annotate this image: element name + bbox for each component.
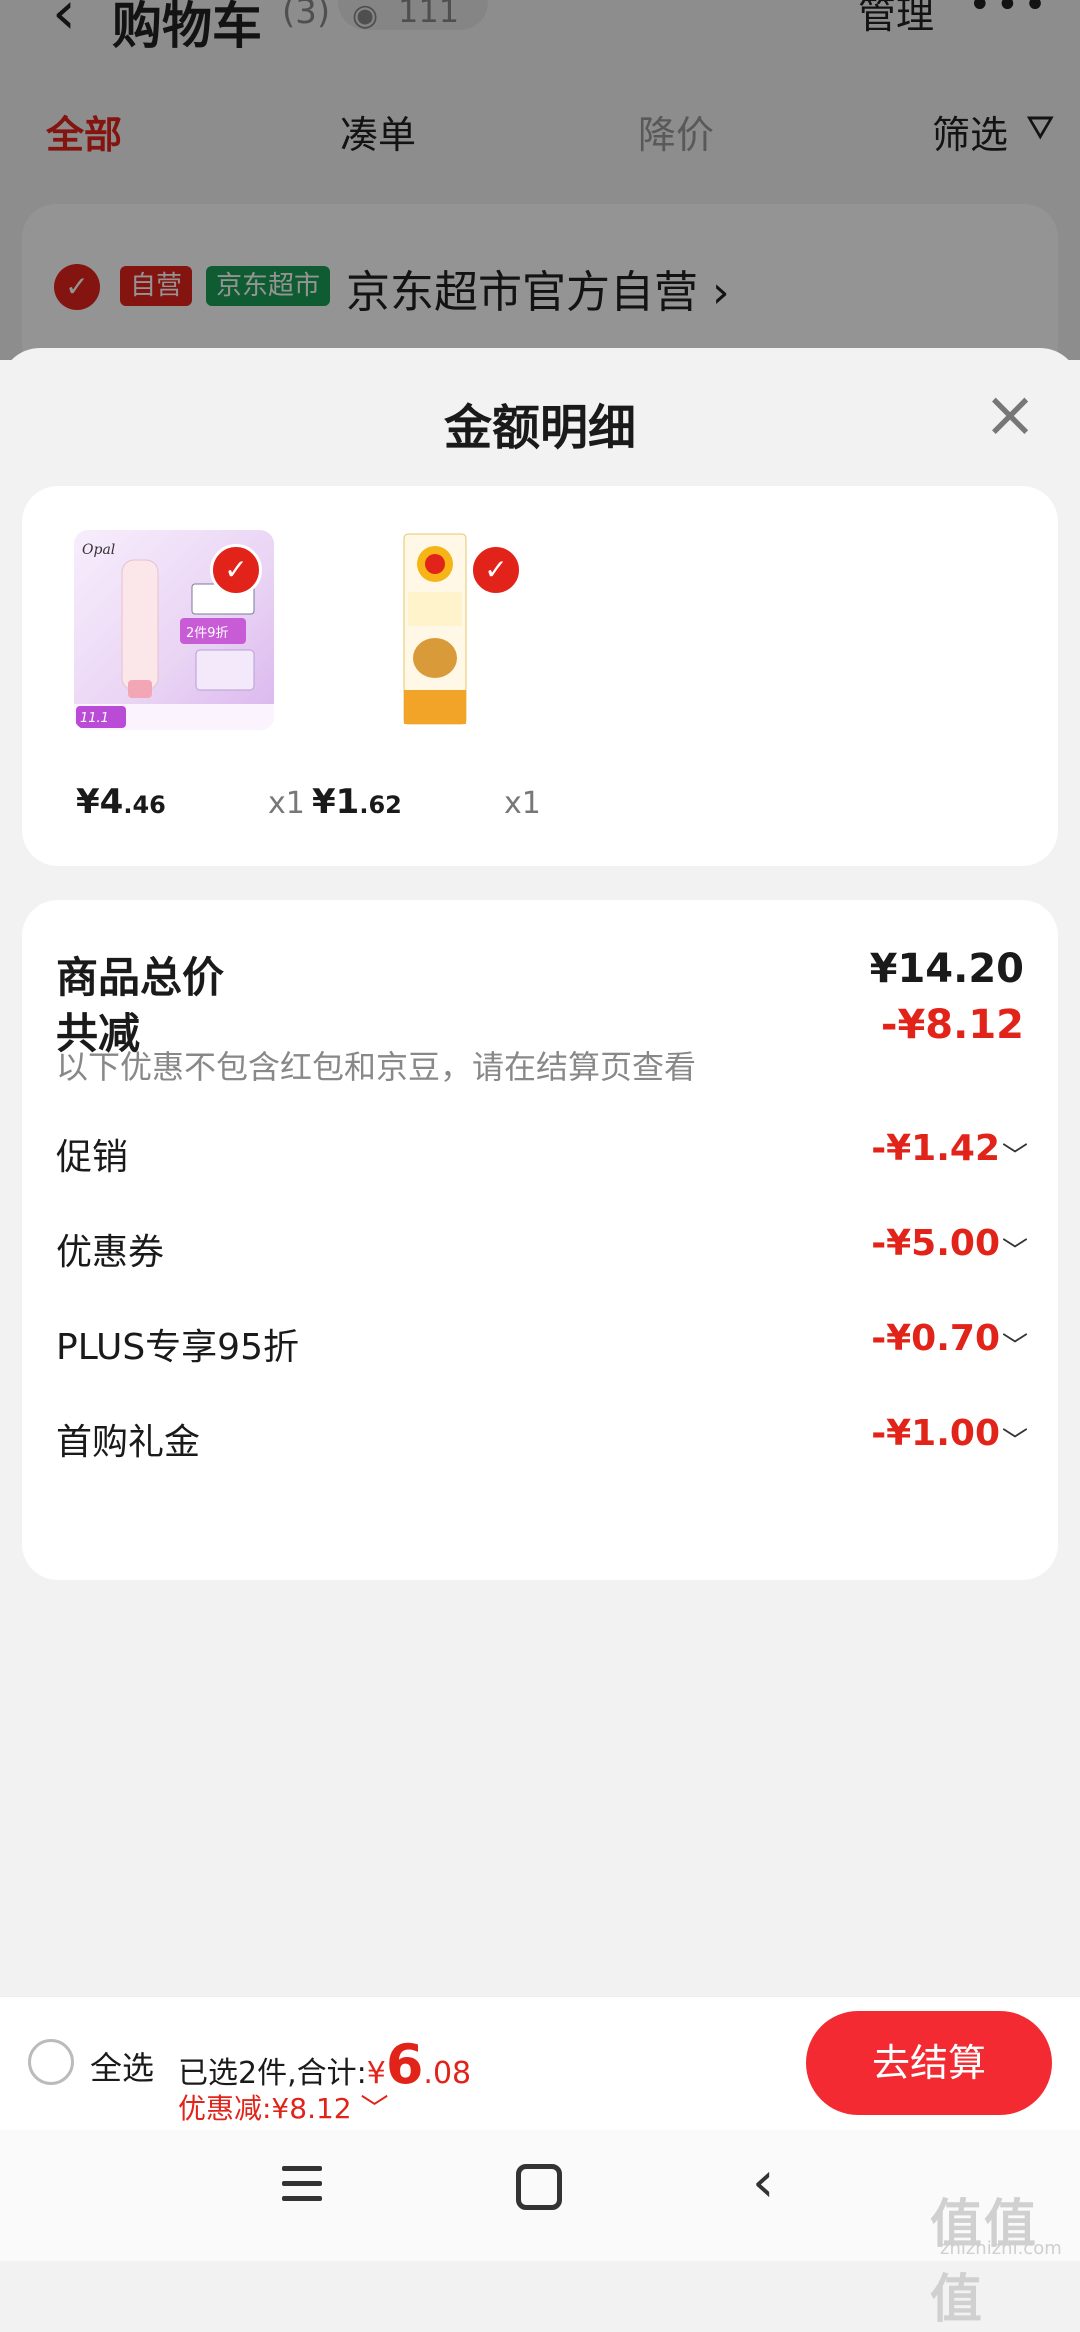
amount-detail-sheet: 金额明细 × Opal 2件9折 11.1 ✓ ¥4.46 x1 ✓ ¥1.62… [0, 348, 1080, 1998]
total-integer: 6 [385, 2033, 424, 2096]
home-icon[interactable] [516, 2164, 562, 2210]
total-label: 商品总价 [56, 953, 225, 1002]
discount-label: 首购礼金 [56, 1422, 201, 1463]
discount-value: -¥0.70 [871, 1318, 1000, 1359]
back-icon[interactable]: ‹ [752, 2150, 774, 2215]
checkout-bar: 全选 已选2件,合计:¥6.08 优惠减:¥8.12 ﹀ 去结算 [0, 1996, 1080, 2131]
discount-label: 优惠券 [56, 1232, 165, 1273]
system-nav-bar: ‹ 值值值 zhizhizhi.com [0, 2130, 1080, 2330]
discount-label: PLUS专享95折 [56, 1327, 299, 1368]
item-price: ¥1.62 [312, 782, 402, 822]
discount-summary[interactable]: 优惠减:¥8.12 ﹀ [178, 2087, 389, 2127]
discount-value: -¥1.00 [871, 1413, 1000, 1454]
checkout-button[interactable]: 去结算 [806, 2011, 1052, 2115]
product-item[interactable]: Opal 2件9折 11.1 ✓ ¥4.46 x1 [74, 530, 305, 830]
watermark-url: zhizhizhi.com [940, 2238, 1062, 2259]
svg-text:Opal: Opal [82, 542, 115, 558]
svg-text:11.1: 11.1 [80, 711, 109, 726]
chevron-down-icon[interactable]: ﹀ [1002, 1421, 1028, 1458]
product-item[interactable]: ✓ ¥1.62 x1 [310, 530, 541, 830]
close-icon[interactable]: × [980, 383, 1040, 447]
dim-overlay[interactable] [0, 0, 1080, 360]
chevron-down-icon[interactable]: ﹀ [1002, 1136, 1028, 1173]
chevron-down-icon[interactable]: ﹀ [1002, 1231, 1028, 1268]
reduce-value: -¥8.12 [880, 1002, 1024, 1048]
amount-breakdown: 商品总价 ¥14.20 共减 -¥8.12 以下优惠不包含红包和京豆，请在结算页… [22, 900, 1058, 1580]
total-currency: ¥ [366, 2056, 386, 2091]
total-value: ¥14.20 [869, 946, 1024, 992]
chevron-down-icon[interactable]: ﹀ [1002, 1326, 1028, 1363]
check-icon[interactable]: ✓ [210, 544, 262, 596]
select-all-radio[interactable] [28, 2039, 74, 2085]
discount-value: -¥5.00 [871, 1223, 1000, 1264]
svg-text:2件9折: 2件9折 [186, 626, 229, 641]
items-card: Opal 2件9折 11.1 ✓ ¥4.46 x1 ✓ ¥1.62 x1 [22, 486, 1058, 866]
discount-note: 以下优惠不包含红包和京豆，请在结算页查看 [56, 1048, 697, 1086]
discount-value: -¥1.42 [871, 1128, 1000, 1169]
summary-prefix: 已选2件,合计: [178, 2056, 367, 2091]
item-price: ¥4.46 [76, 782, 166, 822]
recent-apps-icon[interactable] [282, 2166, 322, 2202]
sheet-title: 金额明细 [443, 400, 636, 456]
select-all-label[interactable]: 全选 [90, 2043, 154, 2089]
item-quantity: x1 [504, 786, 541, 821]
check-icon[interactable]: ✓ [470, 544, 522, 596]
item-quantity: x1 [268, 786, 305, 821]
discount-label: 促销 [56, 1137, 129, 1178]
total-decimal: .08 [423, 2056, 472, 2091]
